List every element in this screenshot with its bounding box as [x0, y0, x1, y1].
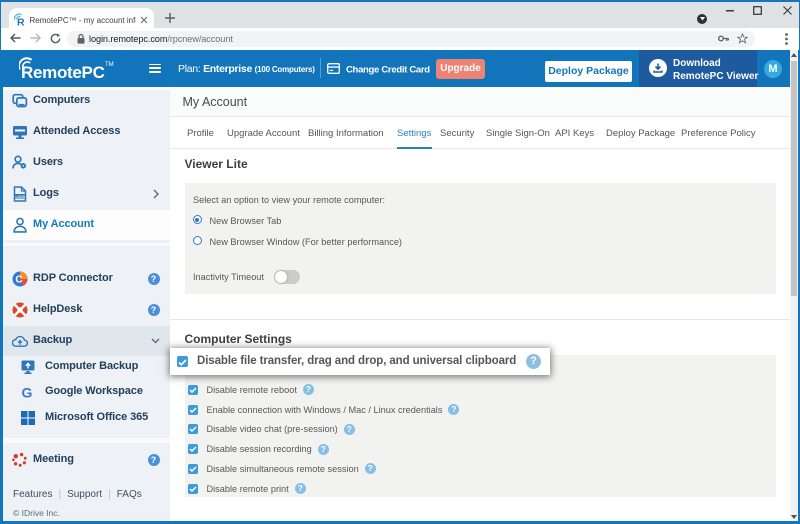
svg-text:C: C [15, 274, 23, 285]
svg-text:G: G [22, 385, 33, 399]
svg-text:RemotePC: RemotePC [21, 63, 105, 82]
svg-text:R: R [17, 16, 25, 26]
svg-text:LOGS: LOGS [16, 195, 26, 199]
svg-text:TM: TM [105, 62, 114, 68]
